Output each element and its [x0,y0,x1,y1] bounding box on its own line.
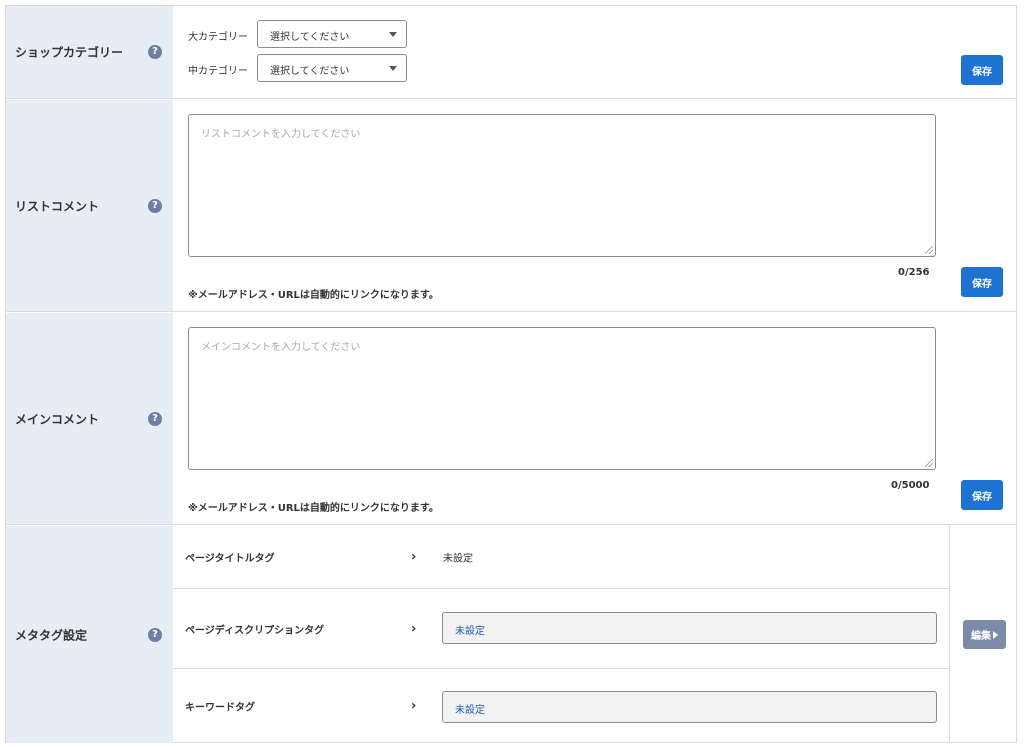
meta-item-title: ページタイトルタグ › 未設定 [173,526,949,589]
list-comment-save-button[interactable]: 保存 [961,267,1003,297]
main-comment-row: メインコメント ? メインコメントを入力してください 0/5000 ※メールアド… [6,313,1016,525]
list-comment-label-cell: リストコメント ? [6,100,173,311]
main-comment-label: メインコメント [15,412,100,426]
mid-category-select[interactable]: 選択してください [257,54,407,82]
list-comment-label: リストコメント [15,199,100,213]
meta-tags-label: メタタグ設定 [15,628,88,642]
large-category-label: 大カテゴリー [188,32,248,43]
help-icon[interactable]: ? [148,45,162,59]
list-comment-note: ※メールアドレス・URLは自動的にリンクになります。 [188,290,439,301]
meta-description-field: 未設定 [442,612,937,644]
settings-form: ショップカテゴリー ? 大カテゴリー 選択してください 中カテゴリー 選択してく… [5,5,1017,743]
meta-item-value: 未設定 [455,626,485,637]
caret-right-icon [993,631,998,639]
meta-item-value: 未設定 [443,553,473,565]
meta-tags-label-cell: メタタグ設定 ? [6,526,173,743]
meta-keywords-field: 未設定 [442,691,937,723]
meta-item-name: ページディスクリプションタグ [185,625,325,636]
main-comment-label-cell: メインコメント ? [6,313,173,524]
main-comment-counter: 0/5000 [891,480,930,491]
meta-item-keywords: キーワードタグ › 未設定 [173,669,949,743]
resize-handle-icon[interactable] [925,246,933,254]
shop-category-label: ショップカテゴリー [15,45,124,60]
meta-item-description: ページディスクリプションタグ › 未設定 [173,589,949,669]
list-comment-row: リストコメント ? リストコメントを入力してください 0/256 ※メールアドレ… [6,100,1016,312]
main-comment-note: ※メールアドレス・URLは自動的にリンクになります。 [188,503,439,514]
meta-divider [949,526,950,743]
main-comment-save-button[interactable]: 保存 [961,480,1003,510]
main-comment-textarea[interactable]: メインコメントを入力してください [188,327,936,470]
dropdown-arrow-icon [389,32,397,37]
resize-handle-icon[interactable] [925,459,933,467]
mid-category-label: 中カテゴリー [188,66,248,77]
shop-category-save-button[interactable]: 保存 [961,55,1003,85]
meta-edit-button[interactable]: 編集 [963,620,1006,649]
list-comment-counter: 0/256 [898,267,930,278]
main-comment-placeholder: メインコメントを入力してください [201,342,361,353]
dropdown-arrow-icon [389,66,397,71]
help-icon[interactable]: ? [148,198,162,213]
meta-tags-row: メタタグ設定 ? ページタイトルタグ › 未設定 ページディスクリプションタグ … [6,526,1016,743]
chevron-right-icon: › [411,698,417,714]
list-comment-textarea[interactable]: リストコメントを入力してください [188,114,936,257]
large-category-value: 選択してください [270,32,350,43]
shop-category-row: ショップカテゴリー ? 大カテゴリー 選択してください 中カテゴリー 選択してく… [6,6,1016,99]
edit-button-label: 編集 [971,631,991,642]
meta-item-name: ページタイトルタグ [185,553,275,565]
meta-item-name: キーワードタグ [185,702,255,714]
chevron-right-icon: › [411,549,417,565]
help-icon[interactable]: ? [148,411,162,426]
chevron-right-icon: › [411,621,417,636]
meta-item-value: 未設定 [455,705,485,716]
help-icon[interactable]: ? [148,627,162,642]
mid-category-value: 選択してください [270,66,350,77]
list-comment-placeholder: リストコメントを入力してください [201,129,361,140]
large-category-select[interactable]: 選択してください [257,20,407,48]
shop-category-label-cell: ショップカテゴリー ? [6,6,173,98]
